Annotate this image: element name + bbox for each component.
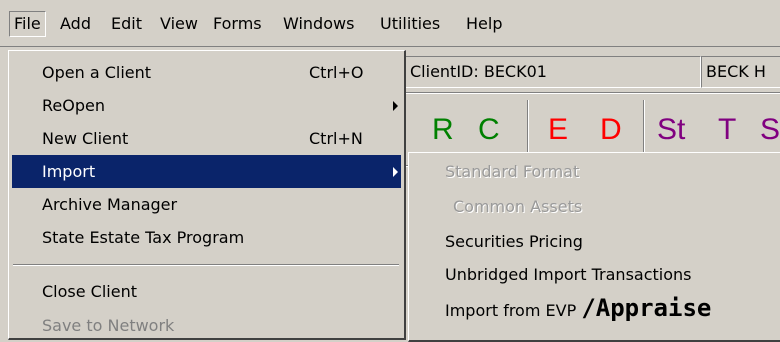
- toolbar-button-s[interactable]: S: [760, 112, 780, 148]
- menu-edit[interactable]: Edit: [111, 12, 142, 36]
- menu-item-label: Open a Client: [42, 63, 152, 82]
- divider: [405, 92, 780, 94]
- menu-forms[interactable]: Forms: [213, 12, 262, 36]
- toolbar-button-c[interactable]: C: [478, 112, 500, 148]
- menu-item-label: Archive Manager: [42, 195, 178, 214]
- toolbar-divider: [527, 100, 529, 160]
- menu-item-state-estate-tax[interactable]: State Estate Tax Program: [12, 221, 401, 254]
- menu-windows[interactable]: Windows: [283, 12, 354, 36]
- menu-item-label: ReOpen: [42, 96, 105, 115]
- menu-separator: [13, 264, 399, 266]
- submenu-item-import-from-evp[interactable]: Import from EVP /Appraise: [445, 292, 711, 324]
- menu-item-reopen[interactable]: ReOpen: [12, 89, 401, 122]
- submenu-item-unbridged-import[interactable]: Unbridged Import Transactions: [445, 259, 691, 291]
- menu-item-open-client[interactable]: Open a Client Ctrl+O: [12, 56, 401, 89]
- submenu-item-common-assets: Common Assets: [453, 197, 583, 216]
- file-menu-dropdown: Open a Client Ctrl+O ReOpen New Client C…: [8, 50, 406, 340]
- menu-item-archive-manager[interactable]: Archive Manager: [12, 188, 401, 221]
- menu-utilities[interactable]: Utilities: [380, 12, 440, 36]
- menu-add[interactable]: Add: [60, 12, 91, 36]
- menu-item-shortcut: Ctrl+O: [309, 63, 364, 82]
- submenu-item-label: Import from EVP: [445, 301, 577, 320]
- appraise-suffix: /Appraise: [581, 294, 712, 322]
- menu-item-label: State Estate Tax Program: [42, 228, 245, 247]
- menu-file[interactable]: File: [9, 11, 46, 37]
- toolbar-button-e[interactable]: E: [548, 112, 568, 148]
- menu-item-new-client[interactable]: New Client Ctrl+N: [12, 122, 401, 155]
- client-id-field[interactable]: ClientID: BECK01: [405, 56, 701, 88]
- menu-view[interactable]: View: [160, 12, 198, 36]
- toolbar-button-d[interactable]: D: [600, 112, 622, 148]
- menu-item-shortcut: Ctrl+N: [309, 129, 363, 148]
- toolbar-button-r[interactable]: R: [432, 112, 454, 148]
- menu-item-close-client[interactable]: Close Client: [12, 275, 401, 308]
- menu-item-label: Save to Network: [42, 316, 175, 335]
- menubar: File Add Edit View Forms Windows Utiliti…: [0, 0, 780, 47]
- submenu-arrow-icon: [393, 167, 398, 177]
- menu-item-save-to-network: Save to Network: [12, 309, 401, 342]
- menu-help[interactable]: Help: [466, 12, 502, 36]
- menu-item-label: Import: [42, 162, 96, 181]
- submenu-item-securities-pricing[interactable]: Securities Pricing: [445, 226, 583, 258]
- menu-item-label: New Client: [42, 129, 129, 148]
- submenu-arrow-icon: [393, 101, 398, 111]
- menu-item-label: Close Client: [42, 282, 137, 301]
- submenu-item-standard-format: Standard Format: [445, 162, 580, 181]
- toolbar-button-t[interactable]: T: [718, 112, 736, 148]
- client-name-field[interactable]: BECK H: [701, 56, 780, 88]
- import-submenu: Standard Format Common Assets Securities…: [408, 152, 780, 342]
- menu-item-import[interactable]: Import: [12, 155, 401, 188]
- toolbar-button-st[interactable]: St: [657, 112, 685, 148]
- toolbar-divider: [643, 100, 645, 160]
